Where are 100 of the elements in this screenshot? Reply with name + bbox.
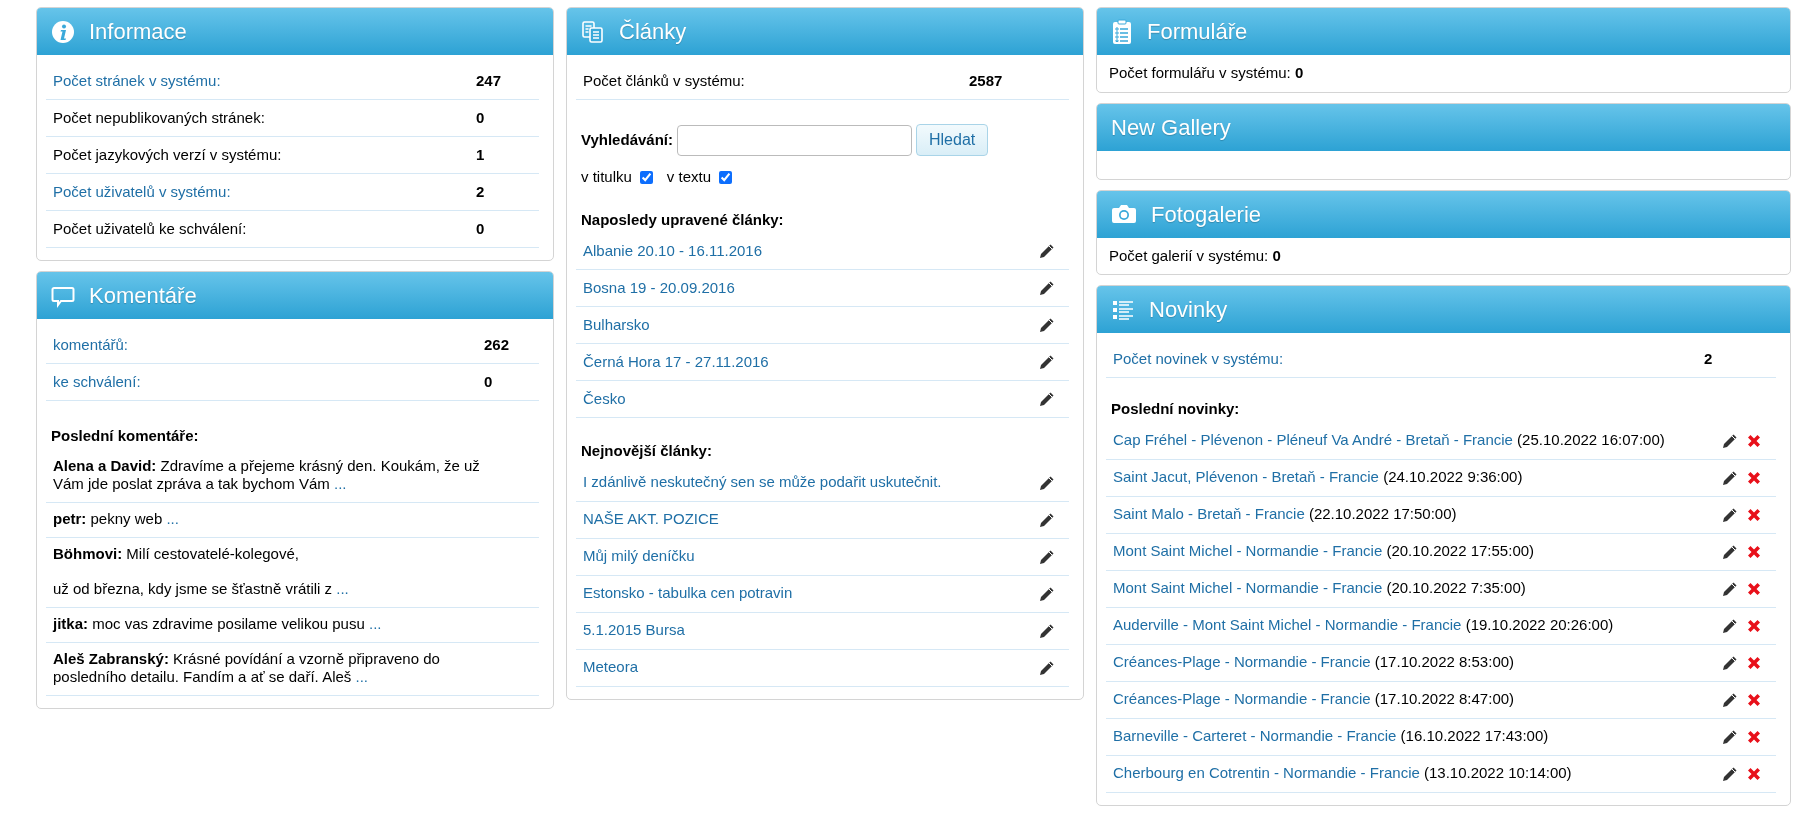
stat-value: 247 xyxy=(476,70,503,91)
news-link[interactable]: Mont Saint Michel - Normandie - Francie xyxy=(1113,579,1383,597)
pencil-icon[interactable] xyxy=(1039,622,1055,639)
article-link[interactable]: Česko xyxy=(583,387,1031,411)
section-heading: Poslední novinky: xyxy=(1110,399,1241,419)
article-link[interactable]: Albanie 20.10 - 16.11.2016 xyxy=(583,239,1031,263)
stat-label: Počet jazykových verzí v systému: xyxy=(53,144,283,165)
stat-link[interactable]: Počet novinek v systému: xyxy=(1113,347,1704,371)
stat-link[interactable]: Počet stránek v systému: xyxy=(53,69,476,93)
article-link[interactable]: Černá Hora 17 - 27.11.2016 xyxy=(583,350,1031,374)
pencil-icon[interactable] xyxy=(1039,511,1055,528)
article-link[interactable]: Bulharsko xyxy=(583,313,1031,337)
news-link[interactable]: Mont Saint Michel - Normandie - Francie xyxy=(1113,542,1383,560)
news-link[interactable]: Cherbourg en Cotrentin - Normandie - Francie xyxy=(1113,764,1420,782)
pencil-icon[interactable] xyxy=(1722,432,1738,449)
documents-icon xyxy=(581,19,605,44)
more-link[interactable]: ... xyxy=(166,509,179,527)
comment-text: Böhmovi: Milí cestovatelé-kolegové, xyxy=(53,544,300,563)
section-heading: Poslední komentáře: xyxy=(50,426,200,446)
search-field[interactable] xyxy=(677,124,912,156)
delete-icon[interactable] xyxy=(1746,506,1762,523)
search-label: Vyhledávání: xyxy=(581,129,673,150)
more-link[interactable]: ... xyxy=(333,474,347,492)
panel-text: Počet galerií v systému: 0 xyxy=(1108,245,1282,266)
comment-text: petr: pekny web ... xyxy=(53,509,180,528)
pencil-icon[interactable] xyxy=(1039,280,1055,296)
delete-icon[interactable] xyxy=(1746,691,1762,708)
delete-icon[interactable] xyxy=(1746,765,1762,782)
delete-icon[interactable] xyxy=(1746,543,1762,560)
stat-value: 2587 xyxy=(969,70,1004,91)
article-link[interactable]: NAŠE AKT. POZICE xyxy=(583,508,1031,531)
comment-text: Aleš Zabranský: Krásné povídání a vzorně připraveno do posledního detailu. Fandím a ať se daří. Aleš ... xyxy=(53,649,441,686)
more-link[interactable]: ... xyxy=(355,667,368,685)
stat-value: 1 xyxy=(476,144,486,165)
pencil-icon[interactable] xyxy=(1722,580,1738,597)
delete-icon[interactable] xyxy=(1746,617,1762,634)
pencil-icon[interactable] xyxy=(1039,585,1055,602)
news-date: (13.10.2022 10:14:00) xyxy=(1424,764,1572,782)
delete-icon[interactable] xyxy=(1746,432,1762,449)
article-link[interactable]: I zdánlivě neskutečný sen se může podařit uskutečnit. xyxy=(583,471,1031,494)
article-link[interactable]: Můj milý deníčku xyxy=(583,545,1031,568)
news-link[interactable]: Créances-Plage - Normandie - Francie xyxy=(1113,653,1371,671)
stat-label: Počet nepublikovaných stránek: xyxy=(53,107,266,128)
article-link[interactable]: Bosna 19 - 20.09.2016 xyxy=(583,276,1031,300)
news-date: (20.10.2022 17:55:00) xyxy=(1386,542,1535,560)
panel-text: Počet formulářu v systému: 0 xyxy=(1108,63,1305,83)
stat-value: 0 xyxy=(476,107,486,128)
stat-link[interactable]: komentářů: xyxy=(53,333,484,357)
stat-value: 0 xyxy=(484,371,494,392)
pencil-icon[interactable] xyxy=(1039,659,1055,676)
delete-icon[interactable] xyxy=(1746,728,1762,745)
checkbox-label: v textu xyxy=(666,167,712,187)
more-link[interactable]: ... xyxy=(369,614,382,632)
news-date: (17.10.2022 8:53:00) xyxy=(1374,653,1515,671)
stat-link[interactable]: ke schválení: xyxy=(53,370,484,394)
pencil-icon[interactable] xyxy=(1722,469,1738,486)
delete-icon[interactable] xyxy=(1746,580,1762,597)
section-heading: Naposledy upravené články: xyxy=(580,209,785,230)
news-link[interactable]: Barneville - Carteret - Normandie - Francie xyxy=(1113,727,1397,745)
pencil-icon[interactable] xyxy=(1722,506,1738,523)
comment-text: už od března, kdy jsme se šťastně vrátili z ... xyxy=(53,579,350,598)
clipboard-icon xyxy=(1111,18,1133,45)
search-button[interactable]: Hledat xyxy=(916,124,989,156)
pencil-icon[interactable] xyxy=(1039,474,1055,491)
pencil-icon[interactable] xyxy=(1722,617,1738,634)
news-link[interactable]: Saint Jacut, Plévenon - Bretaň - Francie xyxy=(1113,468,1379,486)
news-link[interactable]: Créances-Plage - Normandie - Francie xyxy=(1113,690,1371,708)
checkbox[interactable] xyxy=(639,170,653,184)
article-link[interactable]: 5.1.2015 Bursa xyxy=(583,619,1031,642)
pencil-icon[interactable] xyxy=(1039,243,1055,259)
news-link[interactable]: Auderville - Mont Saint Michel - Normandie - Francie xyxy=(1113,616,1462,634)
news-date: (22.10.2022 17:50:00) xyxy=(1308,505,1457,523)
more-link[interactable]: ... xyxy=(336,579,349,597)
news-date: (16.10.2022 17:43:00) xyxy=(1400,727,1549,745)
pencil-icon[interactable] xyxy=(1722,654,1738,671)
delete-icon[interactable] xyxy=(1746,654,1762,671)
comment-text: jitka: moc vas zdravime posilame velikou pusu ... xyxy=(53,614,383,633)
pencil-icon[interactable] xyxy=(1039,391,1055,407)
stat-link[interactable]: Počet uživatelů v systému: xyxy=(53,180,476,204)
pencil-icon[interactable] xyxy=(1039,548,1055,565)
pencil-icon[interactable] xyxy=(1722,543,1738,560)
pencil-icon[interactable] xyxy=(1722,765,1738,782)
checkbox[interactable] xyxy=(719,170,733,184)
panel-title: Informace xyxy=(89,18,187,46)
article-link[interactable]: Estonsko - tabulka cen potravin xyxy=(583,582,1031,605)
stat-value: 0 xyxy=(476,218,486,239)
section-heading: Nejnovější články: xyxy=(580,441,713,461)
camera-icon xyxy=(1111,203,1137,225)
info-icon xyxy=(51,19,75,44)
news-link[interactable]: Cap Fréhel - Plévenon - Pléneuf Va André - Bretaň - Francie xyxy=(1113,431,1513,449)
pencil-icon[interactable] xyxy=(1039,317,1055,333)
article-link[interactable]: Meteora xyxy=(583,656,1031,679)
news-link[interactable]: Saint Malo - Bretaň - Francie xyxy=(1113,505,1305,523)
pencil-icon[interactable] xyxy=(1039,354,1055,370)
pencil-icon[interactable] xyxy=(1722,728,1738,745)
delete-icon[interactable] xyxy=(1746,469,1762,486)
stat-value: 2 xyxy=(476,181,486,202)
panel-title: Formuláře xyxy=(1147,18,1248,46)
pencil-icon[interactable] xyxy=(1722,691,1738,708)
panel-title: Fotogalerie xyxy=(1151,200,1262,229)
